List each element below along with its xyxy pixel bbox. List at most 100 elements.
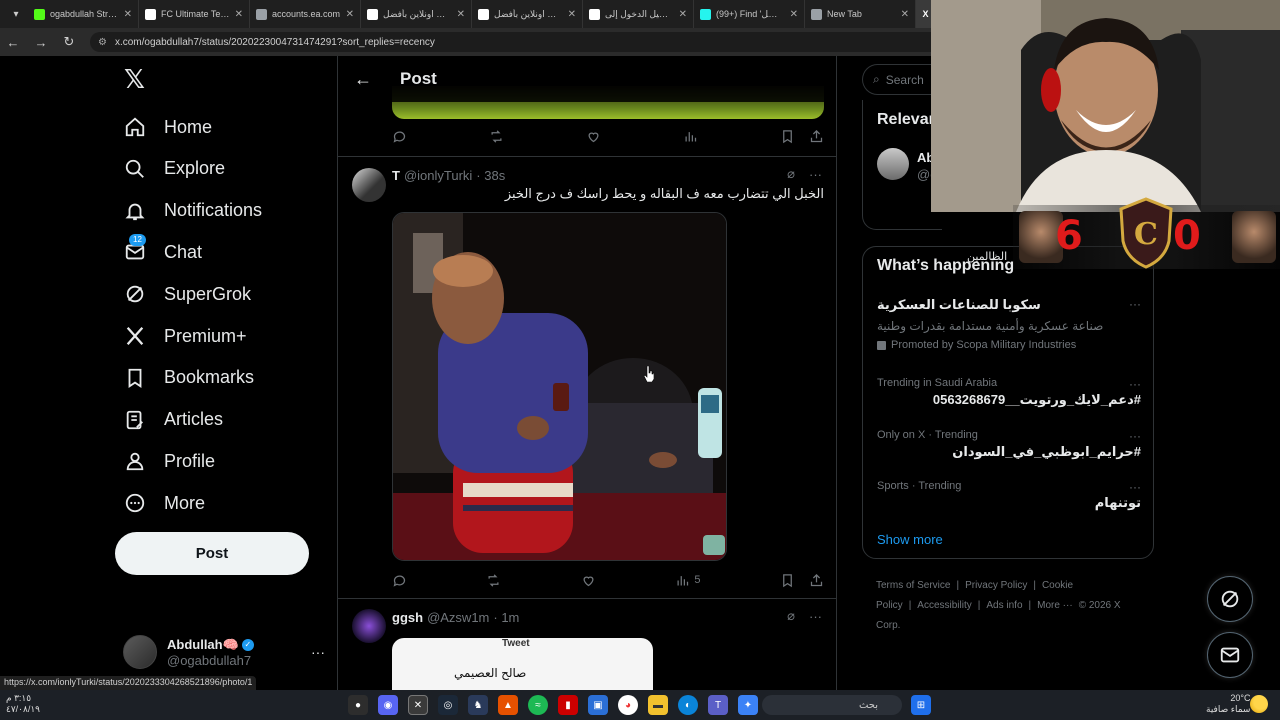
close-icon[interactable]: ✕ xyxy=(124,9,132,20)
app-icon[interactable]: ▲ xyxy=(498,695,518,715)
footer-link[interactable]: Accessibility xyxy=(917,600,971,611)
x-logo-icon[interactable]: 𝕏 xyxy=(124,67,148,93)
browser-tab[interactable]: اشتري اونلاين بأفضل ✕ xyxy=(472,0,583,28)
close-icon[interactable]: ✕ xyxy=(901,9,909,20)
close-icon[interactable]: ✕ xyxy=(235,9,243,20)
browser-tab[interactable]: ogabdullah Stream ✕ xyxy=(28,0,139,28)
reply-icon[interactable] xyxy=(392,129,407,144)
like-icon[interactable] xyxy=(581,573,596,588)
browser-tab[interactable]: تسجيل الدخول إلى ✕ xyxy=(583,0,694,28)
record-icon[interactable]: ▮ xyxy=(558,695,578,715)
game-icon[interactable]: ♞ xyxy=(468,695,488,715)
sidebar-item-notifications[interactable]: Notifications xyxy=(124,191,262,231)
repost-icon[interactable] xyxy=(489,129,504,144)
sidebar-item-bookmarks[interactable]: Bookmarks xyxy=(124,358,254,398)
browser-tab[interactable]: accounts.ea.com ✕ xyxy=(250,0,361,28)
browser-tab[interactable]: اشتري اونلاين بأفضل ✕ xyxy=(361,0,472,28)
show-more-link[interactable]: Show more xyxy=(877,532,943,547)
tweet-time[interactable]: · 1m xyxy=(493,610,519,625)
tweet-photo[interactable]: Tweet صالح العصيمي xyxy=(392,638,653,690)
edge-icon[interactable]: ◐ xyxy=(678,695,698,715)
terminal-icon[interactable]: ✕ xyxy=(408,695,428,715)
account-switcher[interactable]: Abdullah🧠 ✓ @ogabdullah7 ··· xyxy=(123,632,333,672)
copilot-icon[interactable]: ✦ xyxy=(738,695,758,715)
back-arrow-icon[interactable]: ← xyxy=(6,35,20,50)
close-icon[interactable]: ✕ xyxy=(568,9,576,20)
share-icon[interactable] xyxy=(809,573,824,588)
more-dots-icon[interactable]: ··· xyxy=(1129,429,1141,443)
sidebar-item-more[interactable]: More xyxy=(124,483,205,523)
bookmark-icon[interactable] xyxy=(780,573,795,588)
footer-link[interactable]: Privacy Policy xyxy=(965,580,1027,591)
search-placeholder: Search xyxy=(885,72,924,87)
sidebar-item-supergrok[interactable]: SuperGrok xyxy=(124,274,251,314)
taskbar-search[interactable]: بحث xyxy=(762,695,902,715)
tweet-photo[interactable] xyxy=(392,212,727,561)
more-dots-icon[interactable]: ··· xyxy=(311,644,325,660)
sidebar-item-home[interactable]: Home xyxy=(124,107,212,147)
messages-button[interactable] xyxy=(1207,632,1253,678)
tweet-author-name[interactable]: ggsh xyxy=(392,610,423,625)
store-icon[interactable]: ▣ xyxy=(588,695,608,715)
avatar[interactable] xyxy=(352,168,386,202)
more-dots-icon[interactable]: ··· xyxy=(809,609,822,624)
more-dots-icon[interactable]: ··· xyxy=(809,167,822,182)
trend-item[interactable]: Sports · Trending توتنهام ··· xyxy=(877,480,1141,511)
footer-link[interactable]: Ads info xyxy=(986,600,1022,611)
more-dots-icon[interactable]: ··· xyxy=(1129,377,1141,391)
tweet-author-handle[interactable]: @Azsw1m xyxy=(427,610,489,625)
tweet-author-handle[interactable]: @ionlyTurki xyxy=(404,168,472,183)
sidebar-item-premium[interactable]: Premium+ xyxy=(124,316,247,356)
trend-item[interactable]: Only on X · Trending #حرايم_ابوظبي_في_الس… xyxy=(877,429,1141,460)
forward-arrow-icon[interactable]: → xyxy=(34,35,48,50)
browser-tab[interactable]: New Tab ✕ xyxy=(805,0,916,28)
search-input[interactable]: ⌕ Search xyxy=(862,64,942,95)
url-field[interactable]: ⚙ x.com/ogabdullah7/status/2020223004731… xyxy=(90,32,940,52)
back-arrow-icon[interactable]: ← xyxy=(354,69,372,90)
sidebar-item-profile[interactable]: Profile xyxy=(124,441,215,481)
browser-tab[interactable]: FC Ultimate Team ✕ xyxy=(139,0,250,28)
tweet-time[interactable]: · 38s xyxy=(476,168,505,183)
repost-icon[interactable] xyxy=(486,573,501,588)
mail-icon: 12 xyxy=(124,234,146,263)
sidebar-item-articles[interactable]: Articles xyxy=(124,400,223,440)
windows-start-icon[interactable]: ⊞ xyxy=(911,695,931,715)
avatar[interactable] xyxy=(877,148,909,180)
share-icon[interactable] xyxy=(809,129,824,144)
promoted-trend[interactable]: سكوبا للصناعات العسكرية صناعة عسكرية وأم… xyxy=(877,297,1141,351)
footer-link[interactable]: Terms of Service xyxy=(876,580,950,591)
post-button[interactable]: Post xyxy=(115,532,309,575)
like-icon[interactable] xyxy=(586,129,601,144)
folder-icon[interactable]: ▬ xyxy=(648,695,668,715)
chrome-icon[interactable]: ◕ xyxy=(618,695,638,715)
teams-icon[interactable]: T xyxy=(708,695,728,715)
weather-widget[interactable]: 20°C سماء صافية xyxy=(1206,693,1250,715)
steam-icon[interactable]: ◎ xyxy=(438,695,458,715)
obs-icon[interactable]: ● xyxy=(348,695,368,715)
grok-button[interactable] xyxy=(1207,576,1253,622)
footer-link[interactable]: More ··· xyxy=(1037,600,1073,611)
close-icon[interactable]: ✕ xyxy=(679,9,687,20)
grok-icon[interactable]: ⌀ xyxy=(787,166,795,182)
trend-item[interactable]: Trending in Saudi Arabia #دعم_لايك_ورتويت… xyxy=(877,377,1141,408)
more-dots-icon[interactable]: ··· xyxy=(1129,480,1141,494)
sidebar-item-explore[interactable]: Explore xyxy=(124,149,225,189)
more-dots-icon[interactable]: ··· xyxy=(1129,297,1141,311)
reload-icon[interactable]: ↻ xyxy=(62,34,76,50)
close-icon[interactable]: ✕ xyxy=(790,9,798,20)
close-icon[interactable]: ✕ xyxy=(346,9,354,20)
browser-tab[interactable]: (99+) Find 'التشل' ✕ xyxy=(694,0,805,28)
site-info-icon[interactable]: ⚙ xyxy=(98,37,107,48)
tweet-author-name[interactable]: T xyxy=(392,168,400,183)
close-icon[interactable]: ✕ xyxy=(457,9,465,20)
views-icon[interactable] xyxy=(683,129,698,144)
views-button[interactable]: 5 xyxy=(675,573,701,588)
reply-icon[interactable] xyxy=(392,573,407,588)
grok-icon[interactable]: ⌀ xyxy=(787,608,795,624)
avatar[interactable] xyxy=(352,609,386,643)
tab-list-button[interactable]: ▾ xyxy=(4,4,28,24)
spotify-icon[interactable]: ≈ xyxy=(528,695,548,715)
sidebar-item-chat[interactable]: 12 Chat xyxy=(124,232,202,272)
bookmark-icon[interactable] xyxy=(780,129,795,144)
discord-icon[interactable]: ◉ xyxy=(378,695,398,715)
